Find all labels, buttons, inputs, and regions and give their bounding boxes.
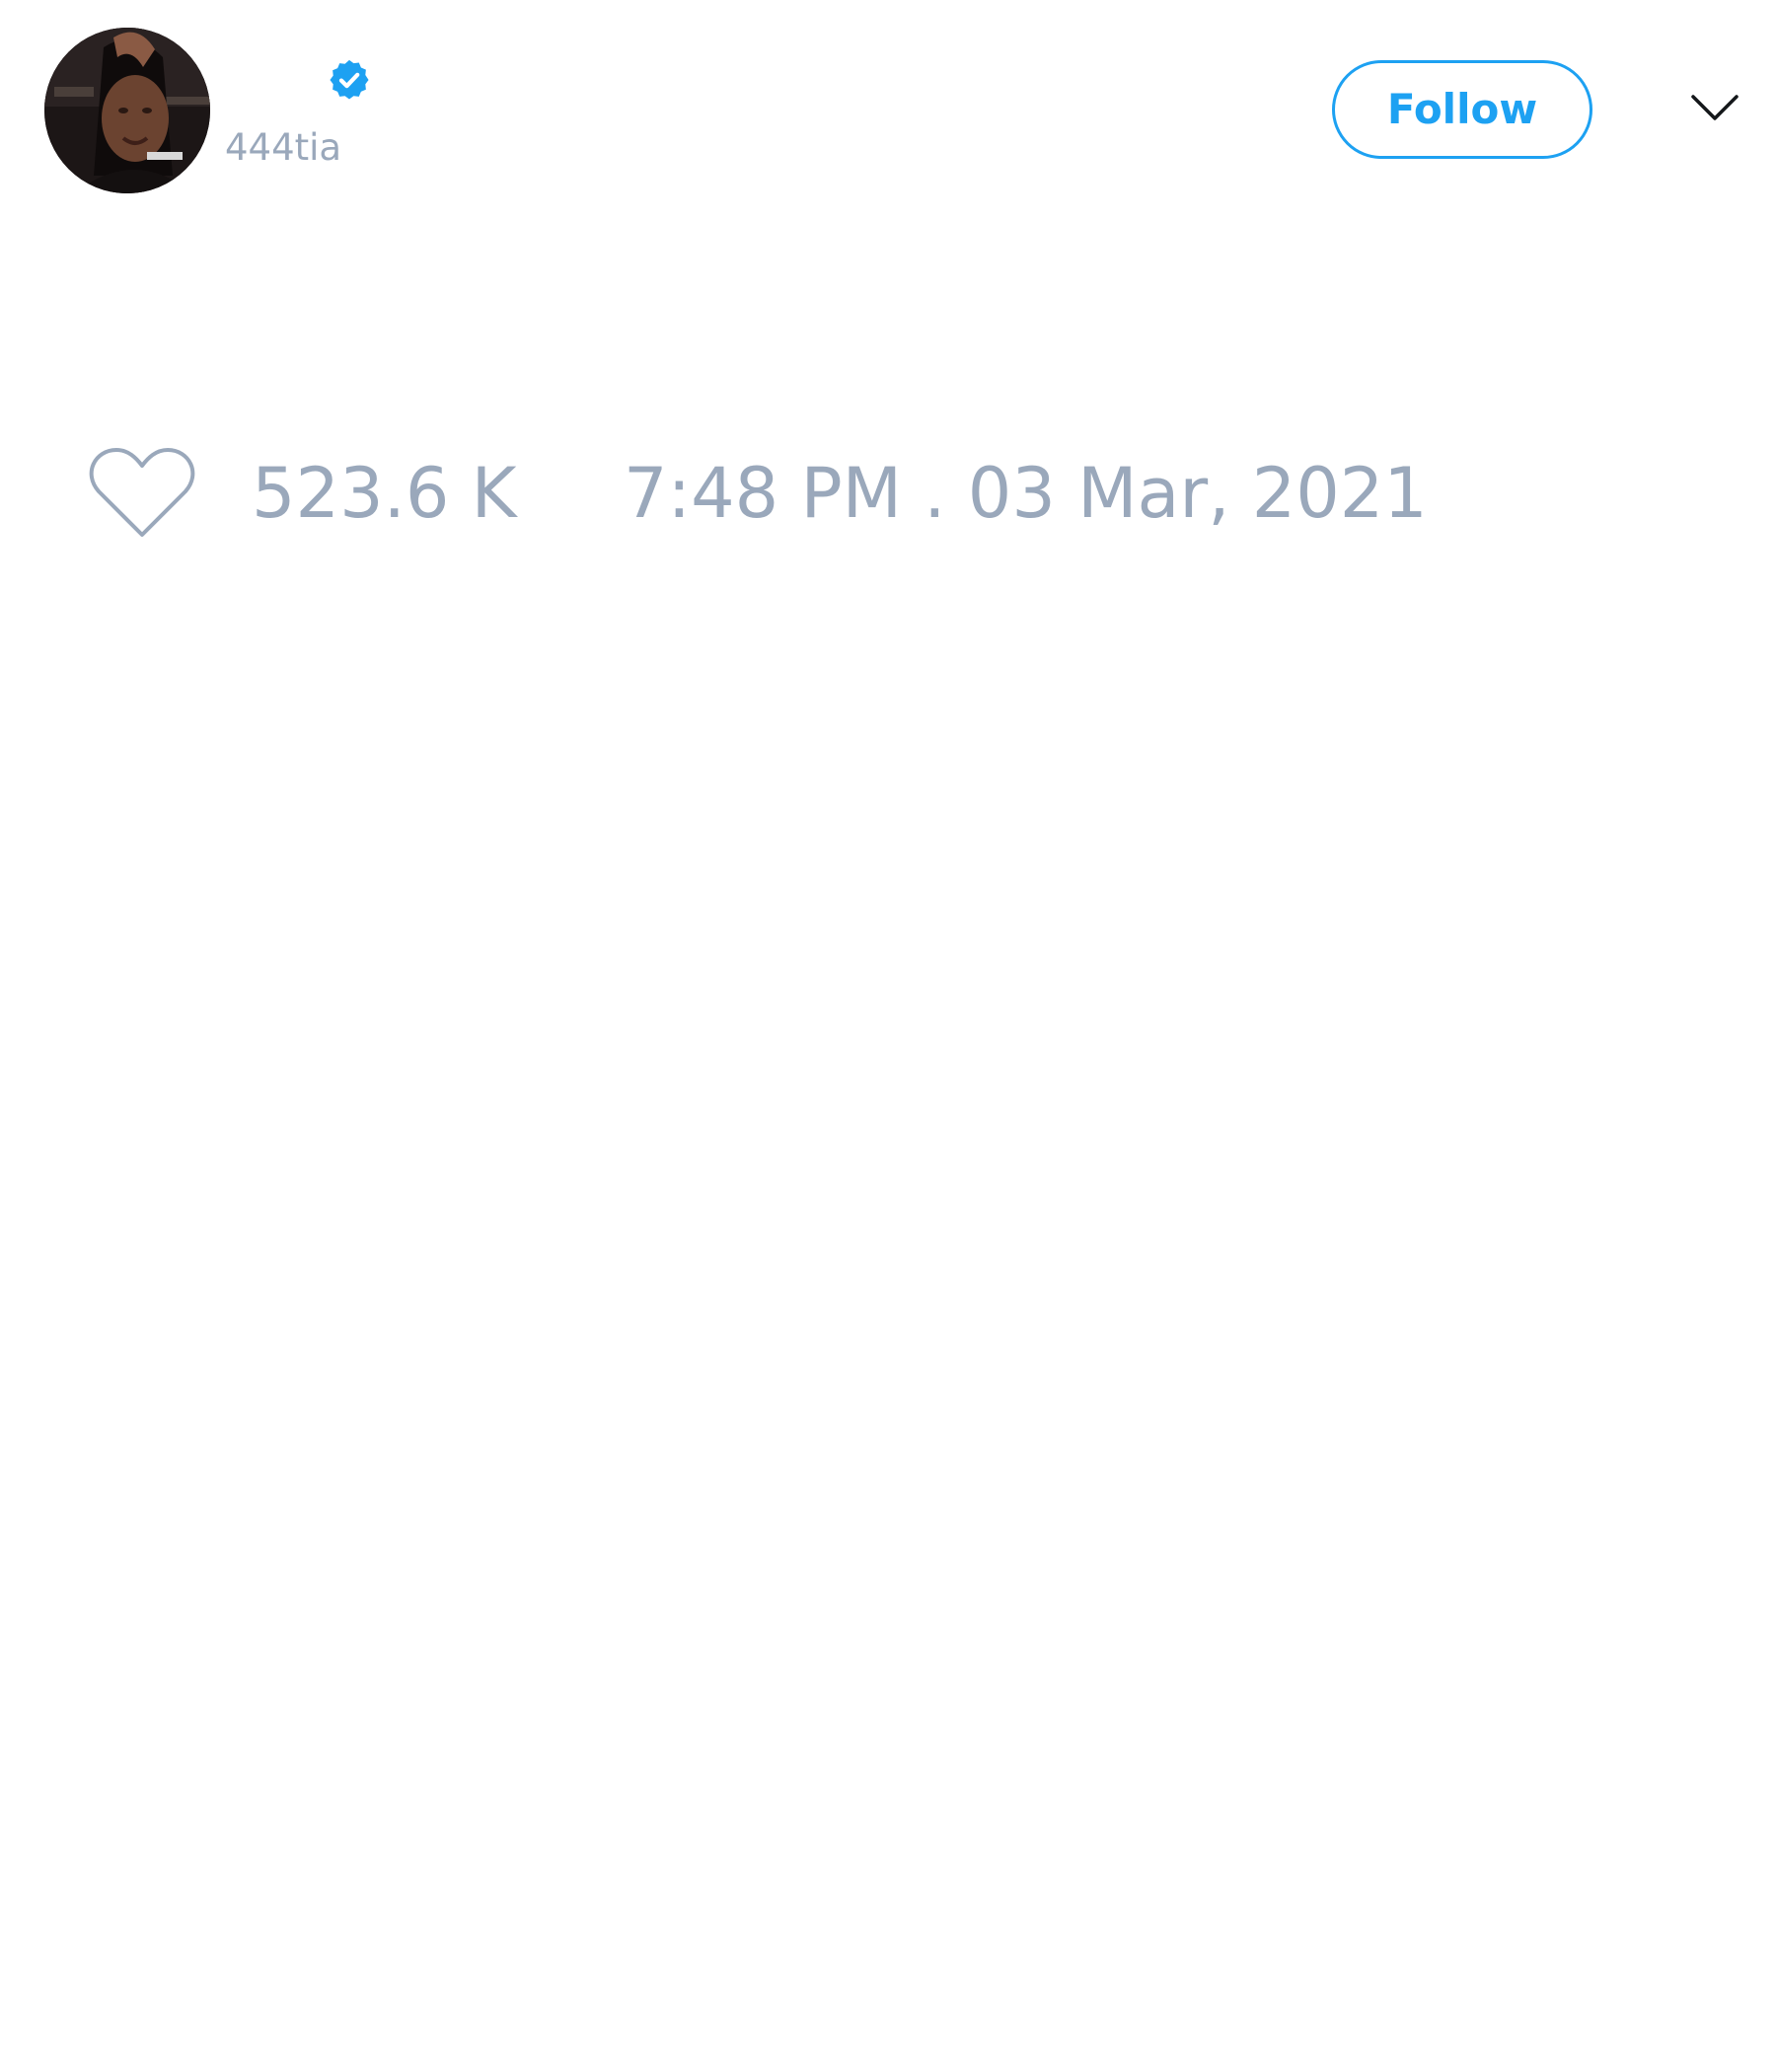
- heart-icon[interactable]: [89, 446, 195, 541]
- avatar[interactable]: [44, 28, 210, 193]
- chevron-down-icon[interactable]: [1689, 89, 1740, 128]
- like-count: 523.6 K: [252, 453, 517, 534]
- verified-badge-icon: [330, 59, 369, 100]
- tweet-card: 444tia Follow 523.6 K 7:48 PM . 03 Mar, …: [0, 0, 1776, 2072]
- tweet-timestamp[interactable]: 7:48 PM . 03 Mar, 2021: [624, 452, 1428, 535]
- avatar-image: [44, 28, 210, 193]
- user-handle[interactable]: 444tia: [225, 126, 341, 170]
- follow-button[interactable]: Follow: [1332, 60, 1592, 159]
